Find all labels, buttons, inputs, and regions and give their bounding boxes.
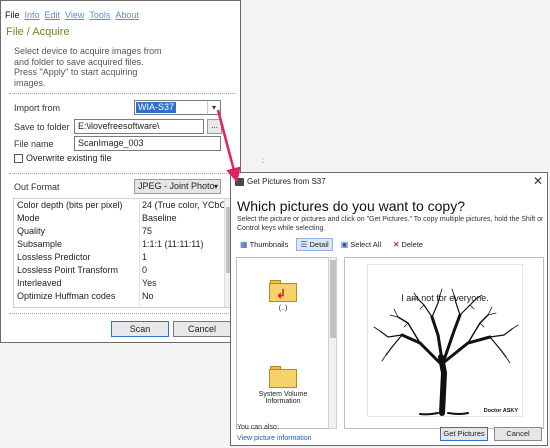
annotation-arrow xyxy=(216,109,241,183)
